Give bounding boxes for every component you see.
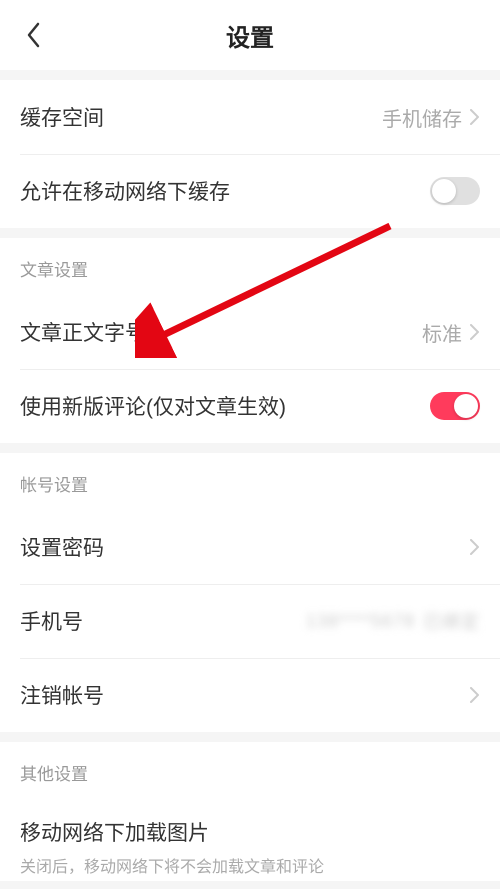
font-size-value: 标准 <box>422 318 462 347</box>
cache-storage-label: 缓存空间 <box>20 102 104 132</box>
divider <box>0 228 500 238</box>
phone-row[interactable]: 手机号 138****5678 已绑定 <box>0 584 500 658</box>
set-password-label: 设置密码 <box>20 532 104 562</box>
load-image-label: 移动网络下加载图片 <box>20 817 480 847</box>
toggle-knob <box>454 394 478 418</box>
font-size-row[interactable]: 文章正文字号 标准 <box>0 295 500 369</box>
new-comment-toggle[interactable] <box>430 392 480 420</box>
cache-storage-row[interactable]: 缓存空间 手机储存 <box>0 80 500 154</box>
set-password-row[interactable]: 设置密码 <box>0 510 500 584</box>
back-button[interactable] <box>18 20 48 50</box>
cache-storage-value: 手机储存 <box>382 103 462 132</box>
mobile-cache-toggle[interactable] <box>430 177 480 205</box>
account-section-header: 帐号设置 <box>0 453 500 510</box>
logout-label: 注销帐号 <box>20 680 104 710</box>
divider <box>0 732 500 742</box>
chevron-right-icon <box>470 538 480 556</box>
phone-masked-2: 已绑定 <box>423 608 480 634</box>
load-image-desc: 关闭后，移动网络下将不会加载文章和评论 <box>20 853 480 877</box>
font-size-label: 文章正文字号 <box>20 317 146 347</box>
mobile-cache-row[interactable]: 允许在移动网络下缓存 <box>0 154 500 228</box>
chevron-right-icon <box>470 323 480 341</box>
phone-masked: 138****5678 <box>306 611 415 632</box>
article-section-header: 文章设置 <box>0 238 500 295</box>
phone-label: 手机号 <box>20 606 83 636</box>
toggle-knob <box>432 179 456 203</box>
chevron-right-icon <box>470 108 480 126</box>
other-section-header: 其他设置 <box>0 742 500 799</box>
chevron-left-icon <box>26 22 41 48</box>
logout-row[interactable]: 注销帐号 <box>0 658 500 732</box>
divider <box>0 70 500 80</box>
load-image-row[interactable]: 移动网络下加载图片 关闭后，移动网络下将不会加载文章和评论 <box>0 799 500 881</box>
page-title: 设置 <box>0 18 500 53</box>
divider <box>0 443 500 453</box>
mobile-cache-label: 允许在移动网络下缓存 <box>20 176 230 206</box>
new-comment-label: 使用新版评论(仅对文章生效) <box>20 391 286 421</box>
chevron-right-icon <box>470 686 480 704</box>
new-comment-row[interactable]: 使用新版评论(仅对文章生效) <box>0 369 500 443</box>
